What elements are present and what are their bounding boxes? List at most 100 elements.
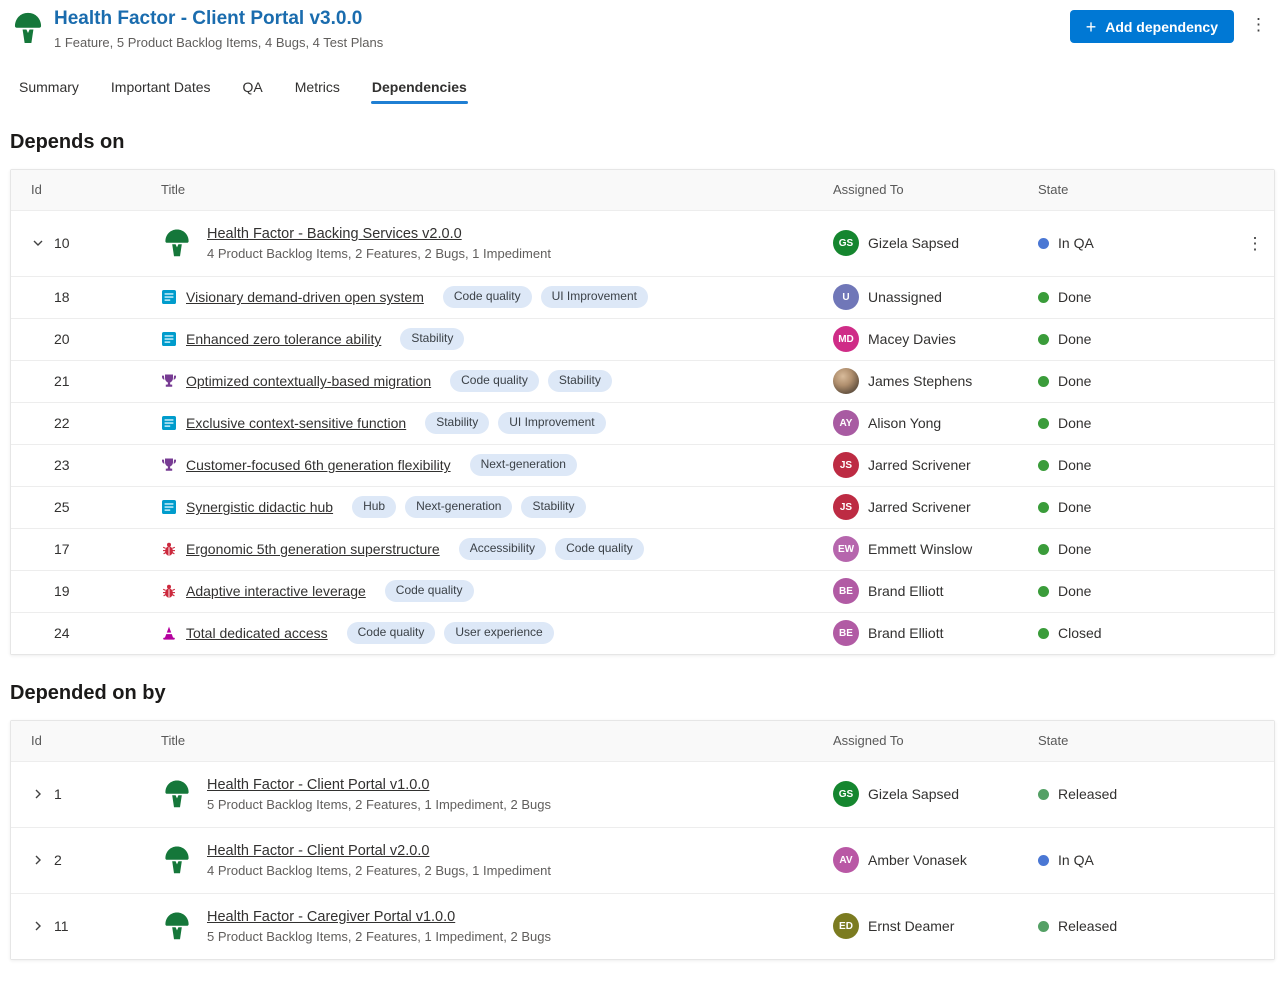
expand-chevron-icon[interactable] [31,787,45,801]
health-factor-icon [161,910,193,942]
work-item-summary: 5 Product Backlog Items, 2 Features, 1 I… [207,929,551,944]
state-label: Done [1058,289,1091,305]
dependency-row[interactable]: 10 Health Factor - Backing Services v2.0… [11,210,1274,276]
plus-icon: + [1086,18,1097,36]
dependency-row[interactable]: 25 Synergistic didactic hubHubNext-gener… [11,486,1274,528]
assignee-name: James Stephens [868,373,972,389]
row-id: 17 [54,541,70,557]
dependency-row[interactable]: 17 Ergonomic 5th generation superstructu… [11,528,1274,570]
state-dot [1038,334,1049,345]
table-header-row: Id Title Assigned To State [11,170,1274,210]
work-item-link[interactable]: Health Factor - Client Portal v1.0.0 [207,777,551,793]
state-dot [1038,376,1049,387]
column-header-state: State [1038,182,1236,197]
tab-summary[interactable]: Summary [18,74,80,104]
work-item-link[interactable]: Synergistic didactic hub [186,499,333,515]
column-header-id: Id [31,733,161,748]
add-dependency-button[interactable]: + Add dependency [1070,10,1234,43]
row-id: 11 [54,918,69,934]
avatar: EW [833,536,859,562]
work-item-link[interactable]: Customer-focused 6th generation flexibil… [186,457,451,473]
row-id: 20 [54,331,70,347]
more-actions-icon[interactable]: ⋮ [1250,16,1267,33]
tag-list: Code qualityStability [450,370,612,392]
dependency-row[interactable]: 23 Customer-focused 6th generation flexi… [11,444,1274,486]
work-item-link[interactable]: Visionary demand-driven open system [186,289,424,305]
state-label: Released [1058,786,1117,802]
row-id: 25 [54,499,70,515]
row-id: 10 [54,235,70,251]
avatar: JS [833,452,859,478]
state-label: Done [1058,499,1091,515]
product-backlog-item-icon [161,289,177,305]
work-item-header: Health Factor - Client Portal v3.0.0 1 F… [0,0,1285,50]
dependency-row[interactable]: 21 Optimized contextually-based migratio… [11,360,1274,402]
column-header-title: Title [161,182,833,197]
expand-chevron-icon[interactable] [31,853,45,867]
avatar: GS [833,230,859,256]
assignee-name: Ernst Deamer [868,918,954,934]
work-item-link[interactable]: Optimized contextually-based migration [186,373,431,389]
state-dot [1038,238,1049,249]
state-dot [1038,292,1049,303]
expand-chevron-icon[interactable] [31,919,45,933]
work-item-link[interactable]: Ergonomic 5th generation superstructure [186,541,440,557]
tab-bar: Summary Important Dates QA Metrics Dependenc… [0,74,1285,104]
dependency-row[interactable]: 19 Adaptive interactive leverage Code qua… [11,570,1274,612]
feature-icon [161,457,177,473]
dependency-row[interactable]: 24 Total dedicated accessCode qualityUse… [11,612,1274,654]
tag-chip: Code quality [385,580,474,602]
health-factor-icon [161,227,193,259]
work-item-link[interactable]: Adaptive interactive leverage [186,583,366,599]
assignee-name: Emmett Winslow [868,541,972,557]
dependency-row[interactable]: 11 Health Factor - Caregiver Portal v1.0… [11,893,1274,959]
avatar: ED [833,913,859,939]
state-label: In QA [1058,235,1094,251]
dependency-row[interactable]: 1 Health Factor - Client Portal v1.0.0 5… [11,761,1274,827]
state-dot [1038,586,1049,597]
work-item-link[interactable]: Health Factor - Caregiver Portal v1.0.0 [207,909,551,925]
dependency-row[interactable]: 18 Visionary demand-driven open systemCo… [11,276,1274,318]
work-item-link[interactable]: Health Factor - Backing Services v2.0.0 [207,226,551,242]
state-label: In QA [1058,852,1094,868]
tab-metrics[interactable]: Metrics [294,74,341,104]
feature-icon [161,373,177,389]
depended-on-by-table: Id Title Assigned To State 1 Health Fact… [10,720,1275,960]
tag-list: Code quality User experience [347,622,554,644]
tab-qa[interactable]: QA [242,74,264,104]
column-header-id: Id [31,182,161,197]
state-dot [1038,544,1049,555]
health-factor-icon [161,778,193,810]
state-label: Released [1058,918,1117,934]
assignee-name: Brand Elliott [868,583,943,599]
avatar: BE [833,620,859,646]
row-id: 19 [54,583,70,599]
tag-list: StabilityUI Improvement [425,412,605,434]
assignee-name: Unassigned [868,289,942,305]
avatar: MD [833,326,859,352]
tag-chip: Stability [400,328,464,350]
work-item-link[interactable]: Exclusive context-sensitive function [186,415,406,431]
state-dot [1038,460,1049,471]
tab-important-dates[interactable]: Important Dates [110,74,212,104]
work-item-link[interactable]: Enhanced zero tolerance ability [186,331,381,347]
assignee-name: Brand Elliott [868,625,943,641]
tag-list: Code quality [385,580,474,602]
dependency-row[interactable]: 22 Exclusive context-sensitive functionS… [11,402,1274,444]
tag-chip: Next-generation [470,454,577,476]
dependency-row[interactable]: 2 Health Factor - Client Portal v2.0.0 4… [11,827,1274,893]
state-label: Done [1058,415,1091,431]
collapse-chevron-icon[interactable] [31,236,45,250]
row-actions-icon[interactable]: ⋮ [1247,235,1264,252]
tag-chip: User experience [444,622,553,644]
work-item-link[interactable]: Total dedicated access [186,625,328,641]
chevron-spacer [31,458,45,472]
dependency-row[interactable]: 20 Enhanced zero tolerance ability Stabil… [11,318,1274,360]
work-item-link[interactable]: Health Factor - Client Portal v2.0.0 [207,843,551,859]
chevron-spacer [31,500,45,514]
tab-dependencies[interactable]: Dependencies [371,74,468,104]
state-dot [1038,628,1049,639]
section-heading: Depends on [10,131,1285,154]
tag-chip: Hub [352,496,396,518]
tag-chip: Code quality [347,622,436,644]
